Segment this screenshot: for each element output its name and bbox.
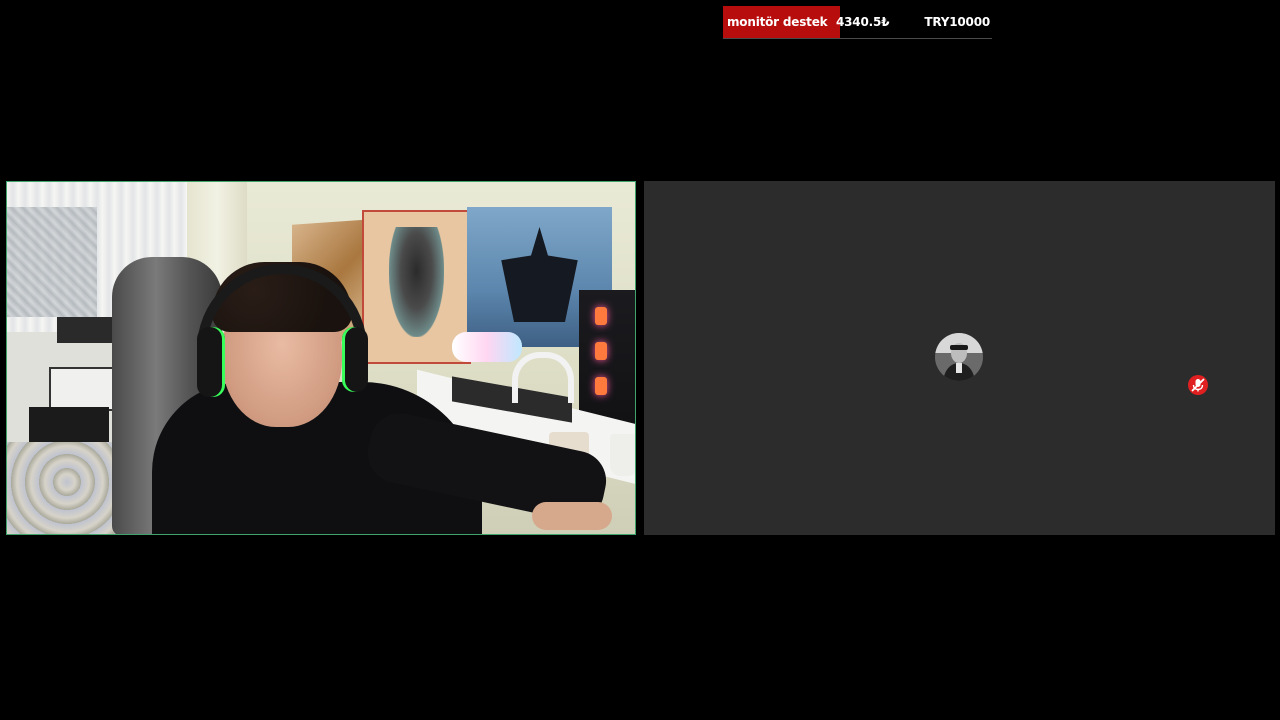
mic-muted-graphic bbox=[1188, 375, 1208, 395]
product-box bbox=[49, 367, 117, 411]
donation-goal-title: monitör destek bbox=[727, 15, 828, 29]
white-headphones bbox=[512, 352, 574, 403]
speaker-box bbox=[29, 407, 109, 445]
microphone bbox=[452, 332, 522, 362]
pirate-figure bbox=[389, 227, 444, 337]
mug bbox=[610, 434, 635, 476]
storage-box bbox=[57, 317, 115, 343]
avatar-graphic bbox=[935, 333, 983, 381]
donation-goal-current-amount: 4340.5₺ bbox=[836, 15, 890, 29]
headset-earcup-right bbox=[342, 327, 368, 392]
pc-fan-light bbox=[595, 307, 607, 325]
person-hand bbox=[532, 502, 612, 530]
headset-earcup-left bbox=[197, 327, 225, 397]
webcam-video-tile[interactable] bbox=[6, 181, 636, 535]
pc-fan-light bbox=[595, 342, 607, 360]
donation-goal-target-amount: TRY10000 bbox=[924, 15, 990, 29]
window-pane bbox=[7, 207, 97, 317]
donation-goal-bar: monitör destek 4340.5₺ TRY10000 bbox=[723, 6, 992, 39]
user-avatar-icon bbox=[935, 333, 983, 381]
donation-goal-track bbox=[723, 38, 992, 39]
pc-fan-light bbox=[595, 377, 607, 395]
stream-layout: monitör destek 4340.5₺ TRY10000 bbox=[0, 0, 1280, 720]
mic-muted-icon bbox=[1187, 374, 1209, 396]
participant-video-tile[interactable] bbox=[644, 181, 1275, 535]
